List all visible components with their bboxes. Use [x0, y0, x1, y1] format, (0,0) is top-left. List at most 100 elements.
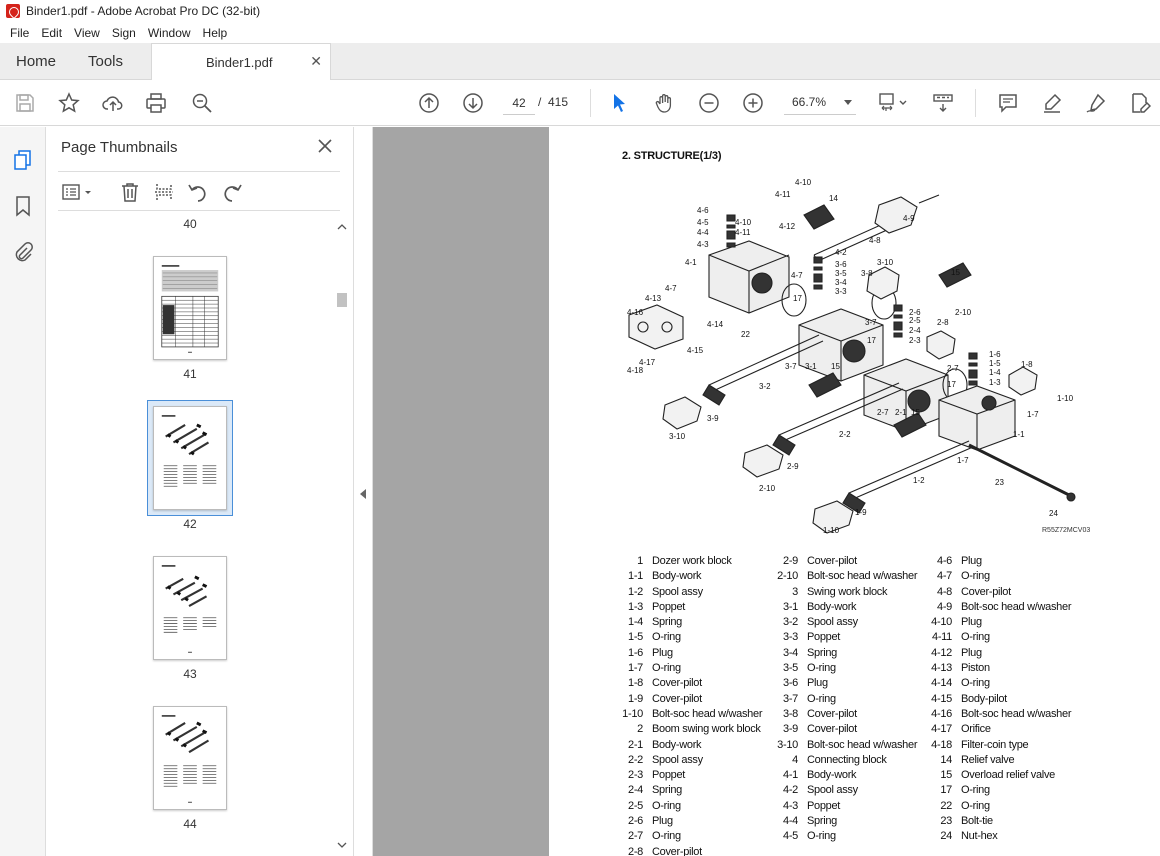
delete-page-icon[interactable]	[118, 180, 142, 204]
callout-label: 1-3	[989, 378, 1001, 387]
part-number: 1-10	[622, 707, 643, 720]
page-thumbnail-selected[interactable]	[153, 406, 227, 510]
previous-page-icon[interactable]	[416, 90, 442, 116]
part-number: 4-5	[783, 830, 798, 843]
zoom-value: 66.7%	[792, 95, 827, 109]
print-icon[interactable]	[143, 90, 169, 116]
menu-view[interactable]: View	[68, 26, 106, 40]
comment-icon[interactable]	[995, 90, 1021, 116]
page-thumbnail[interactable]	[153, 256, 227, 360]
menu-help[interactable]: Help	[197, 26, 234, 40]
attachments-icon[interactable]	[10, 239, 36, 265]
parts-list-row: 14 Relief valve	[928, 754, 1071, 769]
edit-document-icon[interactable]	[1127, 90, 1153, 116]
tab-home[interactable]: Home	[16, 43, 56, 80]
parts-list-row: 2-4 Spring	[619, 784, 762, 799]
parts-list-row: 4-5 O-ring	[774, 830, 917, 845]
parts-list-row: 1 Dozer work block	[619, 555, 762, 570]
bookmarks-icon[interactable]	[10, 193, 36, 219]
callout-label: 4-7	[665, 284, 677, 293]
callout-label: 3-5	[835, 269, 847, 278]
zoom-out-icon[interactable]	[696, 90, 722, 116]
collapse-panel-handle[interactable]	[355, 127, 373, 856]
callout-label: 4-1	[685, 258, 697, 267]
part-name: Dozer work block	[652, 555, 732, 567]
part-name: Cover-pilot	[652, 845, 702, 856]
search-zoom-icon[interactable]	[189, 90, 215, 116]
select-cursor-icon[interactable]	[607, 90, 633, 116]
close-icon[interactable]	[314, 135, 336, 157]
part-name: Cover-pilot	[807, 707, 857, 720]
bookmark-star-icon[interactable]	[56, 90, 82, 116]
part-number: 4-7	[937, 570, 952, 583]
part-number: 3-7	[783, 692, 798, 705]
menu-window[interactable]: Window	[142, 26, 197, 40]
parts-list-row: 1-8 Cover-pilot	[619, 677, 762, 692]
part-name: Swing work block	[807, 585, 888, 598]
highlight-pen-icon[interactable]	[1039, 90, 1065, 116]
part-name: Poppet	[652, 600, 686, 613]
callout-label: 17	[793, 294, 802, 303]
thumbnail-scrollbar[interactable]	[336, 213, 348, 856]
scrollbar-thumb[interactable]	[337, 293, 347, 307]
part-number: 4-11	[932, 631, 952, 644]
part-number: 2-5	[628, 799, 643, 812]
parts-list-row: 1-4 Spring	[619, 616, 762, 631]
part-name: Plug	[961, 616, 982, 629]
part-number: 14	[940, 753, 952, 766]
parts-list-row: 3-3 Poppet	[774, 631, 917, 646]
tab-document[interactable]: Binder1.pdf ✕	[151, 43, 331, 81]
parts-list-row: 3-1 Body-work	[774, 601, 917, 616]
parts-list-row: 4-7 O-ring	[928, 570, 1071, 585]
options-menu-icon[interactable]	[61, 180, 95, 204]
page-number-input[interactable]	[503, 91, 535, 115]
exploded-valve-drawing: 4-10 4-11 14 4-6 4-5 4-10 4-4 4-11 4-3 4…	[627, 178, 1076, 535]
callout-label: 4-3	[697, 240, 709, 249]
fit-page-icon[interactable]	[876, 90, 912, 116]
page-thumbnail[interactable]	[153, 706, 227, 810]
scroll-mode-icon[interactable]	[930, 90, 956, 116]
parts-list-row: 2-5 O-ring	[619, 800, 762, 815]
part-name: O-ring	[961, 784, 990, 797]
save-icon[interactable]	[12, 90, 38, 116]
tab-tools[interactable]: Tools	[88, 43, 123, 80]
hand-tool-icon[interactable]	[652, 90, 678, 116]
callout-label: 1-10	[1057, 394, 1074, 403]
sign-pen-icon[interactable]	[1083, 90, 1109, 116]
rotate-left-icon[interactable]	[186, 180, 210, 204]
thumbnail-list[interactable]: 40 41 42 43 44	[46, 213, 336, 856]
callout-label: 4-11	[735, 228, 751, 237]
next-page-icon[interactable]	[460, 90, 486, 116]
menu-edit[interactable]: Edit	[35, 26, 68, 40]
window-title: Binder1.pdf - Adobe Acrobat Pro DC (32-b…	[26, 4, 261, 18]
parts-list-row: 4-4 Spring	[774, 815, 917, 830]
left-navigation-rail	[0, 127, 46, 856]
callout-label: 2-8	[937, 318, 949, 327]
document-viewport[interactable]: 2. STRUCTURE(1/3) 4-10 4-11 14 4-6 4-5 4…	[373, 127, 1160, 856]
zoom-level-dropdown[interactable]: 66.7%	[784, 91, 856, 115]
upload-cloud-icon[interactable]	[100, 90, 126, 116]
menu-sign[interactable]: Sign	[106, 26, 142, 40]
callout-label: 2-7	[947, 364, 959, 373]
page-thumbnail[interactable]	[153, 556, 227, 660]
callout-label: 4-8	[869, 236, 881, 245]
scroll-up-icon[interactable]	[336, 221, 348, 233]
callout-label: 4-11	[775, 190, 791, 199]
part-name: Poppet	[652, 769, 686, 782]
panel-title: Page Thumbnails	[61, 139, 178, 156]
close-tab-icon[interactable]: ✕	[310, 53, 322, 70]
extract-page-icon[interactable]	[152, 180, 176, 204]
menu-file[interactable]: File	[4, 26, 35, 40]
zoom-in-icon[interactable]	[740, 90, 766, 116]
page-thumbnails-icon[interactable]	[10, 147, 36, 173]
parts-list-column-1: 1 Dozer work block 1-1 Body-work 1-2 Spool as…	[619, 555, 762, 856]
collapse-arrow-icon[interactable]	[360, 489, 366, 499]
parts-list-row: 2-9 Cover-pilot	[774, 555, 917, 570]
scroll-down-icon[interactable]	[336, 839, 348, 851]
parts-list-row: 2-8 Cover-pilot	[619, 846, 762, 856]
rotate-right-icon[interactable]	[220, 180, 244, 204]
part-number: 4-15	[931, 692, 952, 705]
chevron-down-icon	[844, 100, 852, 105]
part-number: 3-2	[783, 616, 798, 629]
part-number: 1-6	[628, 646, 643, 659]
